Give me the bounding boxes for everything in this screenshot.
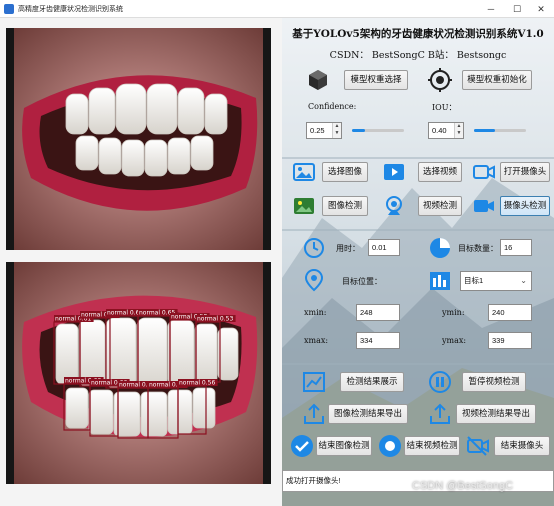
upload-icon xyxy=(304,403,324,424)
iou-value: 0.40 xyxy=(432,126,447,135)
camera-detect-icon xyxy=(474,200,494,212)
camera-off-icon xyxy=(467,436,489,456)
video-detect-button[interactable]: 视频检测 xyxy=(418,196,462,216)
author-info: CSDN： BestSongC B站： Bestsongc xyxy=(329,50,507,61)
pause-video-button[interactable]: 暂停视频检测 xyxy=(462,372,526,392)
title-bar: 高精度牙齿健康状况检测识别系统 ─ ☐ ✕ xyxy=(0,0,554,18)
target-position-label: 目标位置： xyxy=(342,277,382,286)
iou-slider-fill xyxy=(474,129,495,132)
xmin-field: 248 xyxy=(356,304,400,321)
upload-icon xyxy=(430,403,450,424)
export-image-results-button[interactable]: 图像检测结果导出 xyxy=(328,404,408,424)
video-play-icon xyxy=(384,164,404,180)
window-title: 高精度牙齿健康状况检测识别系统 xyxy=(18,6,123,13)
time-field: 0.01 xyxy=(368,239,400,256)
close-button[interactable]: ✕ xyxy=(528,0,554,18)
confidence-label: Confidence: xyxy=(308,102,357,111)
spin-arrows-icon[interactable]: ▲ ▼ xyxy=(332,123,341,138)
export-video-results-button[interactable]: 视频检测结果导出 xyxy=(456,404,536,424)
target-count-label: 目标数量： xyxy=(458,244,498,253)
select-image-button[interactable]: 选择图像 xyxy=(322,162,368,182)
watermark: CSDN @BestSongC xyxy=(412,480,514,492)
clock-icon xyxy=(304,238,324,258)
location-pin-icon xyxy=(304,268,324,292)
teeth-original-image xyxy=(6,28,271,250)
select-video-button[interactable]: 选择视频 xyxy=(418,162,462,182)
control-panel: 基于YOLOv5架构的牙齿健康状况检测识别系统V1.0 CSDN： BestSo… xyxy=(282,18,554,506)
confidence-slider-fill xyxy=(352,129,365,132)
end-camera-button[interactable]: 结束摄像头 xyxy=(494,436,550,456)
minimize-button[interactable]: ─ xyxy=(478,0,504,18)
end-video-detect-button[interactable]: 结束视频检测 xyxy=(404,436,460,456)
target-select-dropdown[interactable]: 目标1 ⌄ xyxy=(460,271,532,291)
detection-label: normal 0.53 xyxy=(197,316,233,323)
spin-arrows-icon[interactable]: ▲ ▼ xyxy=(454,123,463,138)
line-chart-icon xyxy=(303,372,325,392)
iou-label: IOU： xyxy=(432,103,457,112)
maximize-button[interactable]: ☐ xyxy=(504,0,530,18)
ymax-field: 339 xyxy=(488,332,532,349)
iou-slider[interactable] xyxy=(474,129,526,132)
settings-target-icon xyxy=(428,68,452,92)
iou-spinbox[interactable]: 0.40 ▲ ▼ xyxy=(428,122,464,139)
bar-chart-icon xyxy=(430,272,450,290)
xmax-label: xmax: xyxy=(304,336,329,345)
ymin-label: ymin: xyxy=(442,308,465,317)
camera-detect-button[interactable]: 摄像头检测 xyxy=(500,196,550,216)
confidence-value: 0.25 xyxy=(310,126,325,135)
check-circle-icon xyxy=(291,435,313,457)
xmax-field: 334 xyxy=(356,332,400,349)
end-image-detect-button[interactable]: 结束图像检测 xyxy=(316,436,372,456)
cube-icon xyxy=(309,70,327,90)
webcam-icon xyxy=(386,196,402,215)
target-count-field: 16 xyxy=(500,239,532,256)
time-label: 用时： xyxy=(336,244,360,253)
image-display-pane: normal 0.61 normal 0.57 normal 0.64 normal … xyxy=(0,18,282,506)
camera-icon xyxy=(473,165,495,179)
show-results-button[interactable]: 检测结果展示 xyxy=(340,372,404,392)
detection-result-view: normal 0.61 normal 0.57 normal 0.64 normal … xyxy=(6,262,271,484)
image-detect-button[interactable]: 图像检测 xyxy=(322,196,368,216)
stop-circle-icon xyxy=(379,435,401,457)
app-title: 基于YOLOv5架构的牙齿健康状况检测识别系统V1.0 xyxy=(292,28,544,40)
pie-chart-icon xyxy=(430,238,450,258)
original-image-view xyxy=(6,28,271,250)
image-icon xyxy=(293,163,315,181)
confidence-slider[interactable] xyxy=(352,129,404,132)
chevron-down-icon: ⌄ xyxy=(520,276,527,285)
ymax-label: ymax: xyxy=(442,336,467,345)
ymin-field: 240 xyxy=(488,304,532,321)
pause-icon xyxy=(429,371,451,393)
open-camera-button[interactable]: 打开摄像头 xyxy=(500,162,550,182)
confidence-spinbox[interactable]: 0.25 ▲ ▼ xyxy=(306,122,342,139)
init-model-weights-button[interactable]: 模型权重初始化 xyxy=(462,70,532,90)
app-icon xyxy=(4,4,14,14)
target-select-value: 目标1 xyxy=(464,276,484,285)
image-detect-icon xyxy=(294,198,314,214)
select-model-weights-button[interactable]: 模型权重选择 xyxy=(344,70,408,90)
detection-label: normal 0.56 xyxy=(179,380,215,387)
xmin-label: xmin: xyxy=(304,308,327,317)
teeth-detection-image: normal 0.61normal 0.57normal 0.64normal … xyxy=(6,262,271,484)
